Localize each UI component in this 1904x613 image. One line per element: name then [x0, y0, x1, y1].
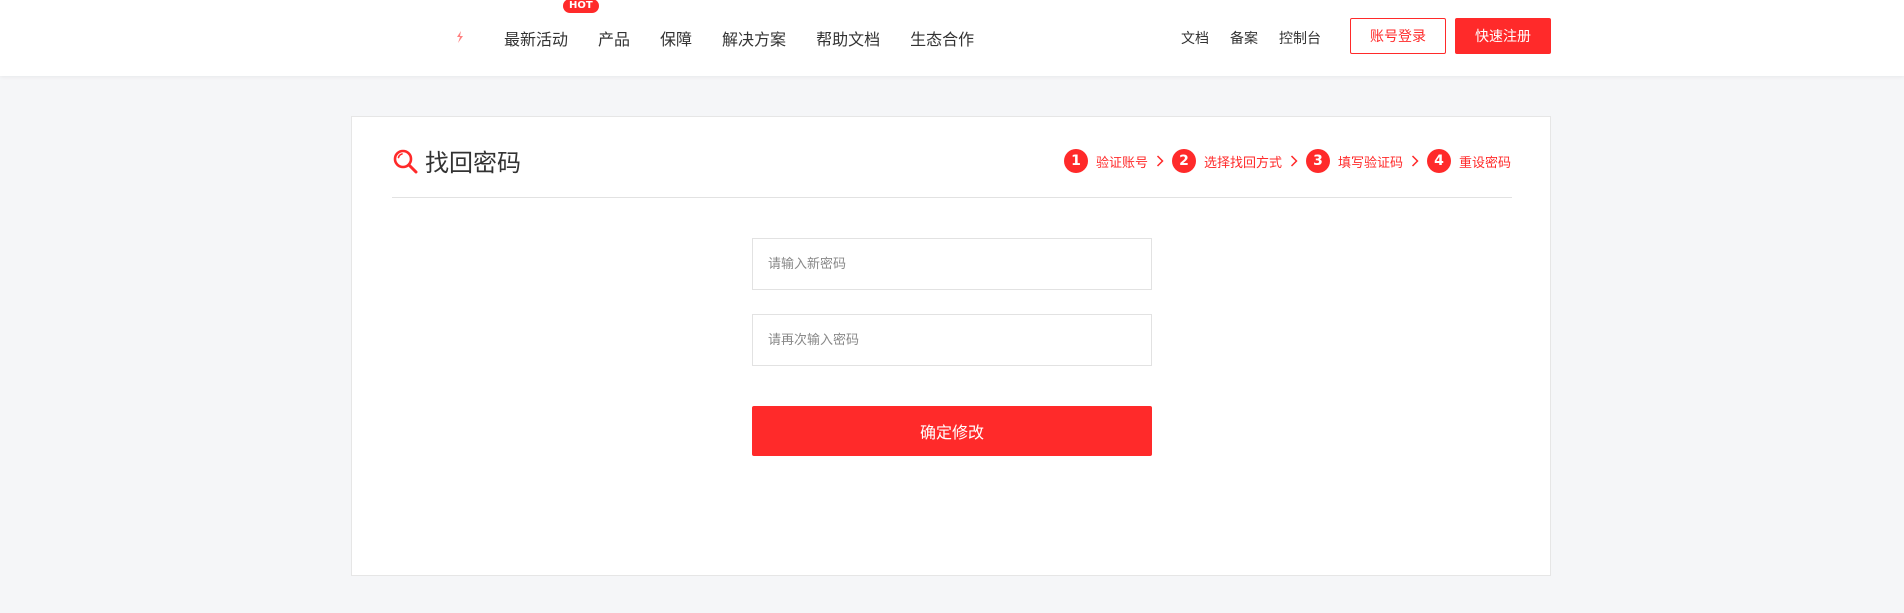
step-number: 3 [1305, 149, 1330, 173]
step-verify-account: 1 验证账号 [1063, 149, 1148, 173]
nav-item-activities[interactable]: 最新活动 HOT [504, 0, 599, 50]
step-number: 2 [1171, 149, 1196, 173]
step-label: 选择找回方式 [1203, 155, 1282, 171]
step-enter-code: 3 填写验证码 [1305, 149, 1403, 173]
chevron-right-icon [1403, 149, 1427, 173]
nav-item-ecosystem[interactable]: 生态合作 [910, 26, 974, 50]
step-number: 1 [1063, 149, 1088, 173]
confirm-change-button[interactable]: 确定修改 [752, 406, 1152, 456]
step-reset-password: 4 重设密码 [1426, 149, 1511, 173]
nav-item-products[interactable]: 产品 [598, 26, 630, 50]
nav-item-label: 最新活动 [504, 30, 569, 49]
progress-steps: 1 验证账号 2 选择找回方式 3 填写验证码 4 重设密码 [1063, 149, 1511, 173]
step-number: 4 [1426, 149, 1451, 173]
chevron-right-icon [1148, 149, 1172, 173]
chevron-right-icon [1282, 149, 1306, 173]
nav-item-label: 帮助文档 [816, 30, 881, 49]
nav-item-label: 产品 [598, 30, 631, 49]
nav-item-label: 解决方案 [722, 30, 787, 49]
confirm-password-input[interactable] [752, 314, 1152, 366]
step-label: 填写验证码 [1337, 155, 1403, 171]
page-title-text: 找回密码 [425, 149, 521, 177]
nav-item-solutions[interactable]: 解决方案 [722, 26, 786, 50]
step-label: 验证账号 [1095, 155, 1148, 171]
reset-password-card: 找回密码 1 验证账号 2 选择找回方式 3 填写验证码 4 重设密码 确定修改 [351, 116, 1551, 576]
link-filing[interactable]: 备案 [1230, 28, 1258, 48]
login-button[interactable]: 账号登录 [1350, 18, 1446, 54]
main-nav: 最新活动 HOT 产品 保障 解决方案 帮助文档 生态合作 [504, 0, 1004, 76]
logo-icon[interactable] [452, 28, 466, 46]
hot-badge: HOT [563, 0, 599, 13]
page-title: 找回密码 [392, 143, 521, 178]
search-icon [393, 149, 418, 173]
new-password-input[interactable] [752, 238, 1152, 290]
register-button[interactable]: 快速注册 [1455, 18, 1551, 54]
nav-item-security[interactable]: 保障 [660, 26, 692, 50]
nav-item-help-docs[interactable]: 帮助文档 [816, 26, 880, 50]
step-label: 重设密码 [1458, 155, 1511, 171]
link-console[interactable]: 控制台 [1279, 28, 1321, 48]
nav-item-label: 生态合作 [910, 30, 975, 49]
step-choose-method: 2 选择找回方式 [1171, 149, 1282, 173]
link-docs[interactable]: 文档 [1181, 28, 1209, 48]
top-header: 最新活动 HOT 产品 保障 解决方案 帮助文档 生态合作 文档 备案 控制台 … [0, 0, 1904, 76]
nav-item-label: 保障 [660, 30, 693, 49]
title-divider [392, 197, 1512, 198]
top-links: 文档 备案 控制台 [1181, 0, 1342, 76]
